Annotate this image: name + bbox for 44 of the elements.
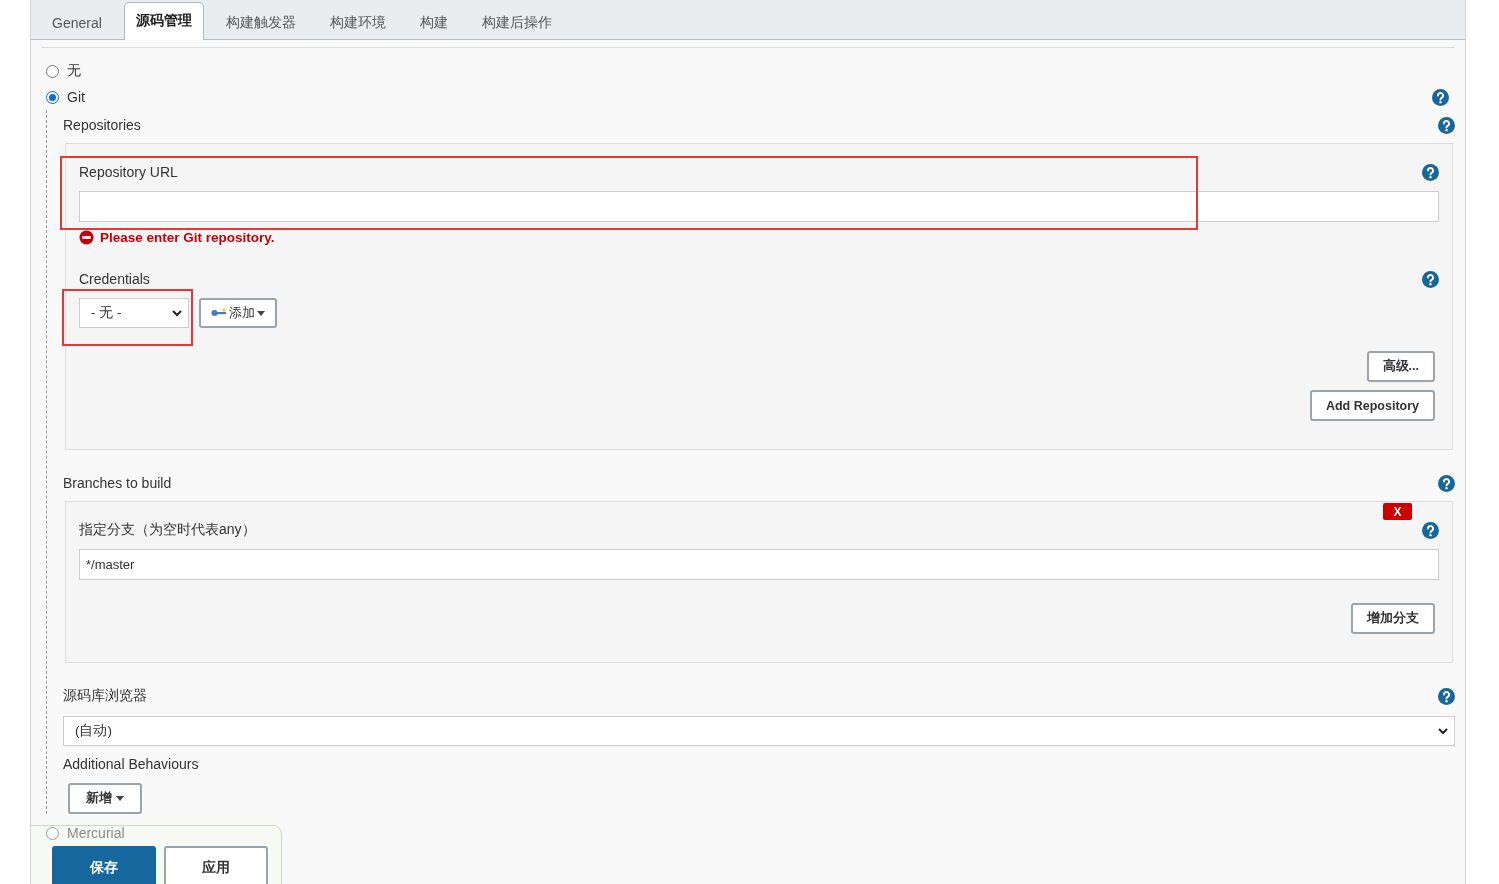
save-button[interactable]: 保存: [52, 846, 156, 884]
radio-label: Mercurial: [67, 825, 125, 841]
apply-button[interactable]: 应用: [164, 846, 268, 884]
key-icon: [211, 308, 227, 318]
help-icon[interactable]: [1438, 687, 1455, 705]
branch-field[interactable]: */master: [79, 549, 1439, 580]
help-icon[interactable]: [1422, 521, 1439, 539]
tab[interactable]: 构建环境: [317, 4, 398, 40]
browser-select[interactable]: (自动): [63, 716, 1455, 746]
radio-label: 无: [67, 62, 81, 80]
help-icon[interactable]: [1422, 163, 1439, 181]
tab[interactable]: General: [40, 4, 114, 40]
delete-button[interactable]: X: [1383, 503, 1412, 520]
add-branch-button[interactable]: 增加分支: [1351, 603, 1435, 634]
tab[interactable]: 源码管理: [123, 2, 204, 40]
add-repository-button[interactable]: Add Repository: [1309, 390, 1435, 421]
field-label: Repositories: [63, 117, 141, 133]
help-icon[interactable]: [1438, 474, 1455, 492]
tab[interactable]: 构建触发器: [213, 4, 308, 40]
help-icon[interactable]: [1438, 116, 1455, 134]
caret-icon: [116, 796, 124, 801]
chevron-icon: [172, 309, 182, 317]
credentials-select[interactable]: - 无 -: [79, 298, 189, 328]
tab[interactable]: 构建: [407, 4, 460, 40]
tab[interactable]: 构建后操作: [469, 4, 564, 40]
field-label: Repository URL: [79, 164, 178, 180]
field-label: 指定分支（为空时代表any）: [79, 521, 256, 539]
error-message: Please enter Git repository.: [100, 229, 275, 245]
chevron-icon: [1438, 727, 1448, 735]
error-icon: [79, 229, 94, 245]
repository-url-field[interactable]: [79, 191, 1439, 222]
field-label: Additional Behaviours: [63, 756, 199, 772]
add-button[interactable]: 添加: [199, 298, 277, 328]
field-label: 源码库浏览器: [63, 687, 147, 705]
field-label: Credentials: [79, 271, 150, 287]
add-behaviour-button[interactable]: 新增: [68, 783, 142, 814]
help-icon[interactable]: [1422, 270, 1439, 288]
radio-button[interactable]: [46, 64, 59, 78]
caret-icon: [257, 310, 265, 316]
field-label: Branches to build: [63, 475, 172, 491]
help-icon[interactable]: [1432, 88, 1449, 106]
radio-label: Git: [67, 89, 85, 105]
advanced-button[interactable]: 高级...: [1366, 351, 1435, 382]
radio-button[interactable]: [46, 90, 59, 104]
